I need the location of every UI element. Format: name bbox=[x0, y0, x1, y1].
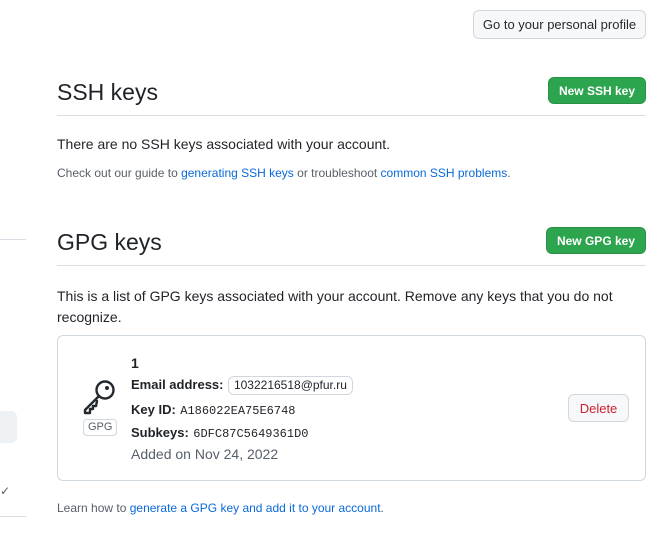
key-icon bbox=[83, 380, 115, 415]
delete-key-button[interactable]: Delete bbox=[568, 394, 629, 422]
ssh-empty-text: There are no SSH keys associated with yo… bbox=[57, 136, 391, 152]
ssh-guide-suffix: . bbox=[507, 166, 511, 180]
ssh-guide-text: Check out our guide to generating SSH ke… bbox=[57, 166, 511, 180]
personal-profile-button[interactable]: Go to your personal profile bbox=[473, 10, 646, 39]
sidebar-check-icon: ✓ bbox=[0, 484, 11, 498]
gpg-description: This is a list of GPG keys associated wi… bbox=[57, 288, 613, 325]
key-id-label: Key ID: bbox=[131, 402, 176, 417]
gpg-learn-suffix: . bbox=[380, 501, 384, 515]
new-gpg-key-button[interactable]: New GPG key bbox=[546, 227, 646, 254]
email-address-chip: 1032216518@pfur.ru bbox=[227, 376, 353, 395]
generate-gpg-key-link[interactable]: generate a GPG key and add it to your ac… bbox=[130, 501, 381, 515]
gpg-learn-text: Learn how to generate a GPG key and add … bbox=[57, 501, 384, 515]
subkeys-value: 6DFC87C5649361D0 bbox=[193, 427, 309, 441]
sidebar-divider bbox=[0, 239, 26, 240]
sidebar-selected-item[interactable] bbox=[0, 411, 17, 443]
common-ssh-problems-link[interactable]: common SSH problems bbox=[381, 166, 508, 180]
email-row: Email address: 1032216518@pfur.ru bbox=[131, 376, 353, 395]
gpg-divider bbox=[57, 265, 646, 266]
ssh-guide-middle: or troubleshoot bbox=[293, 166, 381, 180]
new-ssh-key-button[interactable]: New SSH key bbox=[548, 77, 646, 104]
gpg-key-item: GPG 1 Email address: 1032216518@pfur.ru … bbox=[57, 335, 646, 481]
key-name: 1 bbox=[131, 355, 139, 371]
key-id-value: A186022EA75E6748 bbox=[180, 404, 296, 418]
ssh-divider bbox=[57, 115, 646, 116]
generating-ssh-keys-link[interactable]: generating SSH keys bbox=[181, 166, 294, 180]
ssh-keys-title: SSH keys bbox=[57, 79, 158, 105]
subkeys-label: Subkeys: bbox=[131, 425, 189, 440]
added-date: Added on Nov 24, 2022 bbox=[131, 446, 279, 462]
sidebar-divider-bottom bbox=[0, 516, 26, 517]
gpg-badge: GPG bbox=[83, 419, 118, 436]
subkeys-row: Subkeys: 6DFC87C5649361D0 bbox=[131, 424, 308, 442]
email-label: Email address: bbox=[131, 377, 224, 392]
key-id-row: Key ID: A186022EA75E6748 bbox=[131, 401, 295, 419]
ssh-guide-prefix: Check out our guide to bbox=[57, 166, 182, 180]
gpg-learn-prefix: Learn how to bbox=[57, 501, 130, 515]
gpg-keys-title: GPG keys bbox=[57, 229, 162, 255]
